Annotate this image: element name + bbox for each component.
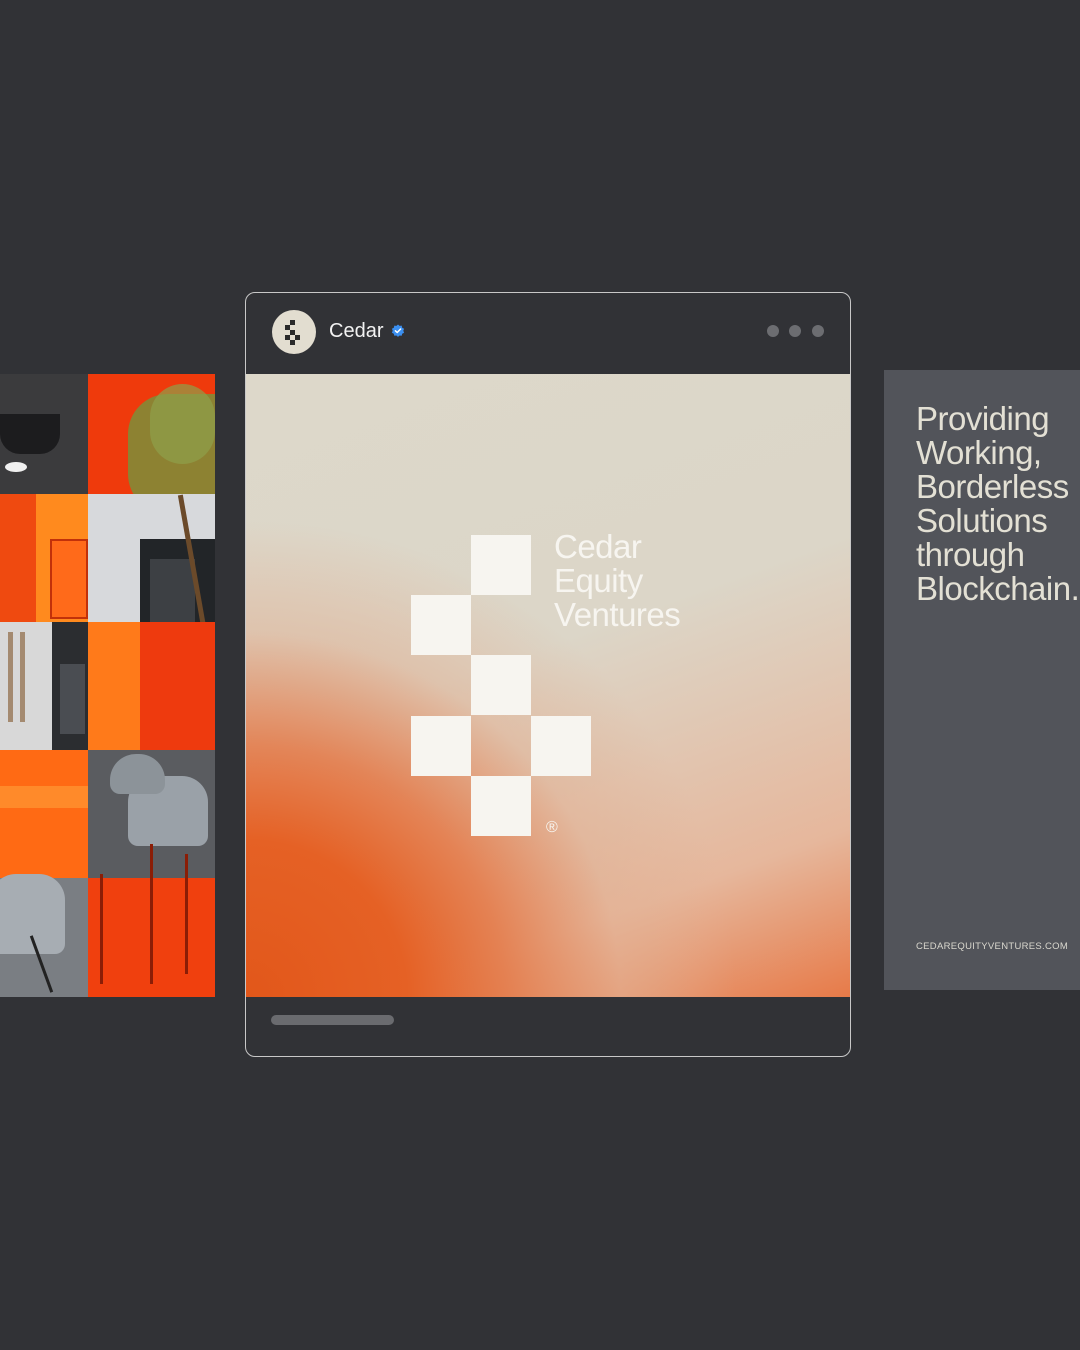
more-horizontal-icon[interactable] [767, 325, 827, 339]
logo-line-3: Ventures [554, 596, 681, 633]
logo-pixel [411, 716, 471, 776]
headline-line: Providing [916, 400, 1050, 437]
username[interactable]: Cedar [329, 320, 383, 343]
logo-pixel [471, 535, 531, 595]
headline-line: Blockchain. [916, 570, 1080, 607]
headline-line: Borderless [916, 468, 1069, 505]
post-footer [246, 997, 850, 1056]
post-image[interactable]: Cedar Equity Ventures ® [246, 374, 850, 997]
next-slide-headline: Providing Working, Borderless Solutions … [916, 400, 1080, 607]
website-url: CEDAREQUITYVENTURES.COM [916, 941, 1069, 952]
logo-line-2: Equity [554, 562, 643, 599]
verified-badge-icon [391, 324, 405, 337]
post-card: Cedar Cedar Equity Ventures ® [245, 292, 851, 1057]
logo-line-1: Cedar [554, 528, 642, 565]
logo-pixel [411, 595, 471, 655]
logo-wordmark: Cedar Equity Ventures [554, 528, 681, 633]
headline-line: Solutions [916, 502, 1048, 539]
headline-line: Working, [916, 434, 1042, 471]
logo-pixel [531, 716, 591, 776]
next-slide[interactable]: Providing Working, Borderless Solutions … [884, 370, 1080, 990]
carousel-progress-fill [271, 1015, 394, 1025]
post-header: Cedar [246, 293, 850, 375]
previous-slide-image[interactable] [0, 374, 215, 997]
registered-mark: ® [546, 819, 558, 836]
headline-line: through [916, 536, 1025, 573]
carousel-progress-bar[interactable] [271, 1015, 394, 1025]
avatar[interactable] [272, 310, 316, 354]
logo-pixel [471, 655, 531, 715]
logo-pixel [471, 776, 531, 836]
